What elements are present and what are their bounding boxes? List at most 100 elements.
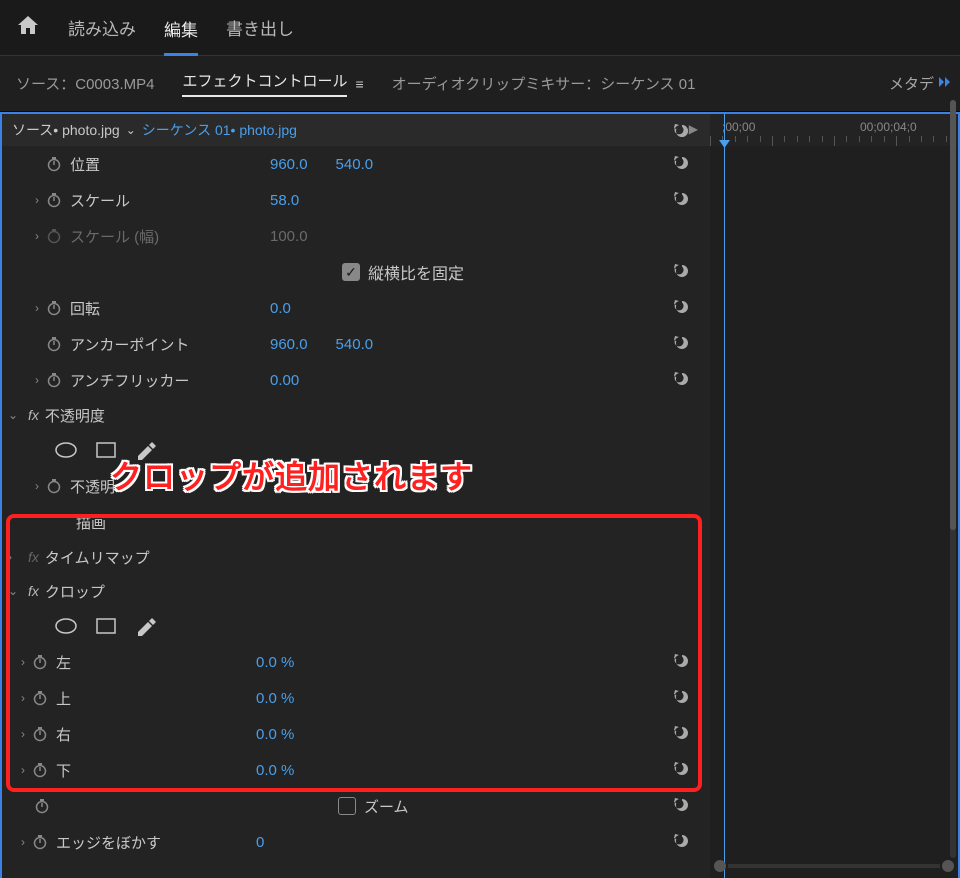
- fx-badge[interactable]: fx: [28, 583, 39, 599]
- expand-icon[interactable]: ›: [16, 835, 30, 849]
- row-crop-right: › 右 0.0 %: [2, 716, 710, 752]
- rotation-label: 回転: [70, 298, 270, 319]
- position-x[interactable]: 960.0: [270, 156, 308, 173]
- reset-icon[interactable]: [672, 333, 692, 357]
- expand-icon[interactable]: ›: [30, 229, 44, 243]
- section-crop[interactable]: ⌄ fx クロップ: [2, 574, 710, 608]
- rotation-value[interactable]: 0.0: [270, 300, 291, 317]
- row-antiflicker: › アンチフリッカー 0.00: [2, 362, 710, 398]
- crop-top-value[interactable]: 0.0 %: [256, 690, 294, 707]
- pen-mask-icon[interactable]: [132, 440, 160, 460]
- reset-icon[interactable]: [672, 651, 692, 675]
- crop-bottom-value[interactable]: 0.0 %: [256, 762, 294, 779]
- expand-icon[interactable]: ›: [30, 479, 44, 493]
- stopwatch-icon[interactable]: [32, 798, 52, 814]
- reset-icon[interactable]: [672, 687, 692, 711]
- expand-icon[interactable]: ›: [16, 655, 30, 669]
- stopwatch-icon[interactable]: [30, 726, 50, 742]
- tab-source[interactable]: ソース：C0003.MP4: [16, 73, 154, 94]
- reset-icon[interactable]: [672, 189, 692, 213]
- reset-icon[interactable]: [672, 369, 692, 393]
- stopwatch-icon[interactable]: [44, 300, 64, 316]
- tab-audio-mixer[interactable]: オーディオクリップミキサー：シーケンス 01: [392, 73, 696, 94]
- ellipse-mask-icon[interactable]: [52, 616, 80, 636]
- edge-value[interactable]: 0: [256, 834, 264, 851]
- scale-value[interactable]: 58.0: [270, 192, 299, 209]
- uniform-scale-checkbox[interactable]: ✓: [342, 263, 360, 281]
- scale-width-label: スケール (幅): [70, 226, 270, 247]
- reset-icon[interactable]: [672, 297, 692, 321]
- home-icon[interactable]: [16, 13, 40, 42]
- nav-edit[interactable]: 編集: [164, 12, 198, 56]
- stopwatch-icon[interactable]: [44, 192, 64, 208]
- nav-import[interactable]: 読み込み: [68, 11, 136, 44]
- panel-menu-icon[interactable]: ≡: [355, 76, 363, 92]
- row-blendmode: 描画: [2, 504, 710, 540]
- expand-icon[interactable]: ›: [16, 727, 30, 741]
- stopwatch-icon[interactable]: [30, 762, 50, 778]
- top-nav: 読み込み 編集 書き出し: [0, 0, 960, 56]
- expand-icon[interactable]: ›: [16, 691, 30, 705]
- scroll-thumb[interactable]: [950, 100, 956, 530]
- expand-icon[interactable]: ›: [30, 193, 44, 207]
- tab-metadata[interactable]: メタデ: [889, 73, 934, 94]
- row-anchor: アンカーポイント 960.0 540.0: [2, 326, 710, 362]
- zoom-checkbox[interactable]: [338, 797, 356, 815]
- scroll-knob-left[interactable]: [714, 860, 726, 872]
- reset-icon[interactable]: [672, 759, 692, 783]
- h-scrollbar[interactable]: [714, 860, 954, 872]
- chevron-down-icon[interactable]: ⌄: [126, 123, 136, 137]
- stopwatch-icon[interactable]: [30, 834, 50, 850]
- content-area: ソース• photo.jpg ⌄ シーケンス 01• photo.jpg ▶ 位…: [0, 112, 960, 878]
- stopwatch-icon[interactable]: [30, 654, 50, 670]
- reset-icon[interactable]: [672, 121, 692, 145]
- blendmode-label: 描画: [76, 512, 276, 533]
- rect-mask-icon[interactable]: [92, 440, 120, 460]
- reset-icon[interactable]: [672, 153, 692, 177]
- reset-icon[interactable]: [672, 795, 692, 819]
- overflow-icon[interactable]: [938, 75, 952, 93]
- stopwatch-icon[interactable]: [44, 372, 64, 388]
- pen-mask-icon[interactable]: [132, 616, 160, 636]
- crop-bottom-label: 下: [56, 760, 256, 781]
- stopwatch-icon[interactable]: [30, 690, 50, 706]
- expand-icon[interactable]: ›: [30, 301, 44, 315]
- v-scrollbar[interactable]: [950, 100, 956, 858]
- section-timeremap[interactable]: › fx タイムリマップ: [2, 540, 710, 574]
- position-y[interactable]: 540.0: [336, 156, 374, 173]
- fx-badge[interactable]: fx: [28, 407, 39, 423]
- collapse-icon[interactable]: ⌄: [8, 408, 22, 422]
- scroll-knob-right[interactable]: [942, 860, 954, 872]
- stopwatch-icon[interactable]: [44, 478, 64, 494]
- expand-icon[interactable]: ›: [16, 763, 30, 777]
- timeremap-label: タイムリマップ: [45, 547, 150, 568]
- expand-icon[interactable]: ›: [8, 550, 22, 564]
- crop-right-value[interactable]: 0.0 %: [256, 726, 294, 743]
- row-opacity: › 不透明: [2, 468, 710, 504]
- scale-label: スケール: [70, 190, 270, 211]
- reset-icon[interactable]: [672, 831, 692, 855]
- antiflicker-value[interactable]: 0.00: [270, 372, 299, 389]
- time-ruler[interactable]: ;00;00 00;00;04;0: [710, 114, 958, 146]
- ellipse-mask-icon[interactable]: [52, 440, 80, 460]
- reset-icon[interactable]: [672, 261, 692, 286]
- stopwatch-icon[interactable]: [44, 156, 64, 172]
- section-opacity[interactable]: ⌄ fx 不透明度: [2, 398, 710, 432]
- crop-left-value[interactable]: 0.0 %: [256, 654, 294, 671]
- position-label: 位置: [70, 154, 270, 175]
- crop-top-label: 上: [56, 688, 256, 709]
- playhead[interactable]: [724, 114, 725, 878]
- sequence-clip-link[interactable]: シーケンス 01• photo.jpg: [142, 120, 297, 140]
- fx-badge[interactable]: fx: [28, 549, 39, 565]
- reset-icon[interactable]: [672, 723, 692, 747]
- nav-export[interactable]: 書き出し: [226, 11, 294, 44]
- rect-mask-icon[interactable]: [92, 616, 120, 636]
- collapse-icon[interactable]: ⌄: [8, 584, 22, 598]
- uniform-scale-label: 縦横比を固定: [368, 260, 464, 284]
- tab-effect-controls[interactable]: エフェクトコントロール: [182, 70, 347, 97]
- anchor-y[interactable]: 540.0: [336, 336, 374, 353]
- stopwatch-icon[interactable]: [44, 336, 64, 352]
- expand-icon[interactable]: ›: [30, 373, 44, 387]
- anchor-x[interactable]: 960.0: [270, 336, 308, 353]
- row-crop-bottom: › 下 0.0 %: [2, 752, 710, 788]
